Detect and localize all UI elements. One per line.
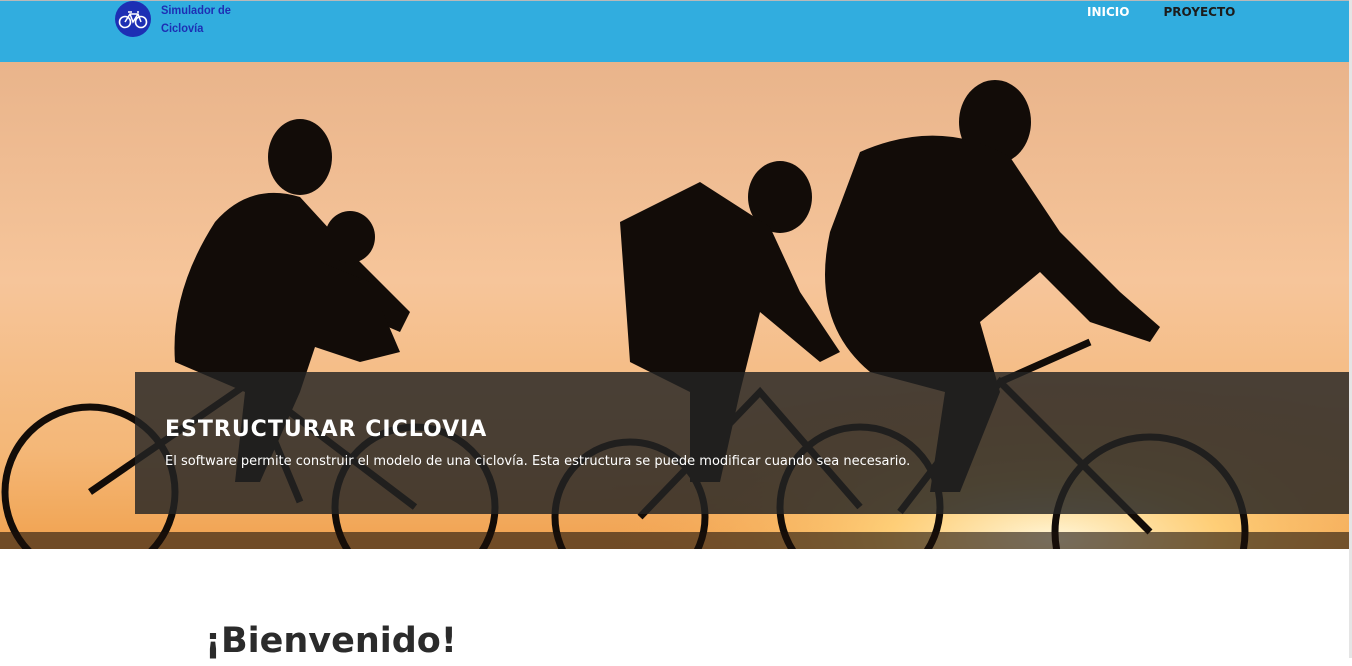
caption-text: El software permite construir el modelo …	[165, 454, 911, 469]
caption-title: ESTRUCTURAR CICLOVIA	[165, 417, 488, 442]
brand-logo-link[interactable]: Simulador de Ciclovía	[115, 1, 251, 41]
hero-caption: ESTRUCTURAR CICLOVIA El software permite…	[135, 372, 1349, 514]
bicycle-icon	[115, 1, 151, 37]
brand-name: Simulador de Ciclovía	[161, 3, 231, 35]
nav-item-proyecto[interactable]: PROYECTO	[1146, 4, 1252, 20]
top-navbar: Simulador de Ciclovía INICIO PROYECTO	[0, 0, 1352, 62]
welcome-heading: ¡Bienvenido!	[205, 621, 457, 661]
nav-item-inicio[interactable]: INICIO	[1070, 4, 1146, 20]
hero-carousel: ESTRUCTURAR CICLOVIA El software permite…	[0, 62, 1352, 549]
main-nav: INICIO PROYECTO	[1070, 4, 1252, 20]
